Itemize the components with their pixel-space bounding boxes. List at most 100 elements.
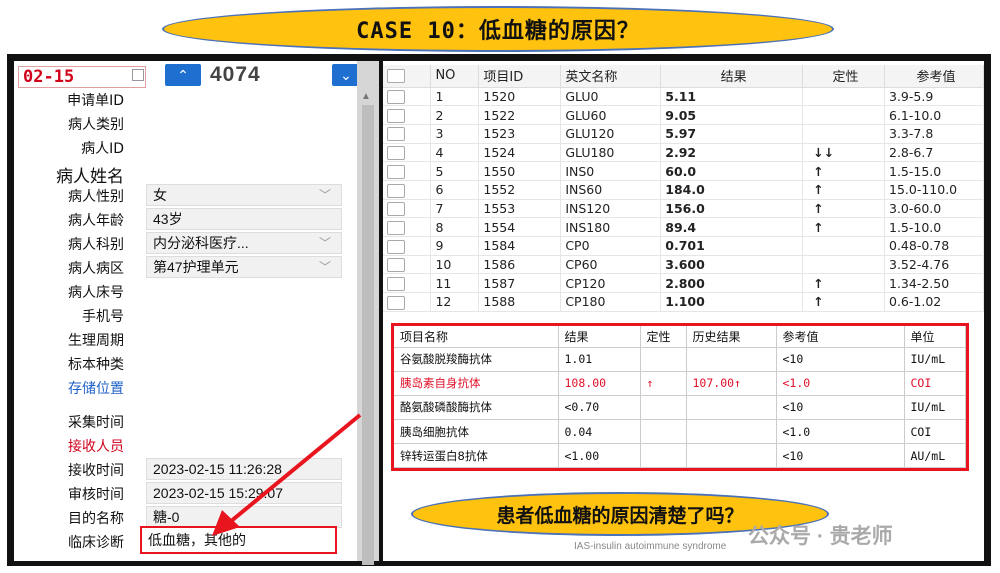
table-row[interactable]: 4 1524 GLU180 2.92 ↓↓ 2.8-6.7 [383,143,984,163]
next-record-button[interactable]: ⌄ [332,64,360,86]
row-flag [802,255,885,275]
table-row[interactable]: 11 1587 CP120 2.800 ↑ 1.34-2.50 [383,273,984,294]
row-flag: ↑ [802,161,885,181]
col-ab-qualitative: 定性 [640,326,687,348]
scroll-thumb[interactable] [362,105,374,565]
previous-record-button[interactable]: ⌃ [165,64,201,86]
table-row[interactable]: 10 1586 CP60 3.600 3.52-4.76 [383,255,984,275]
row-result: 5.97 [660,124,804,144]
row-checkbox-cell[interactable] [383,143,432,163]
select-all-header[interactable] [383,65,432,88]
ab-unit: COI [904,419,966,445]
table-row[interactable]: 2 1522 GLU60 9.05 6.1-10.0 [383,105,984,125]
row-flag: ↑ [802,217,885,237]
table-row[interactable]: 6 1552 INS60 184.0 ↑ 15.0-110.0 [383,180,984,200]
row-checkbox-cell[interactable] [383,87,432,107]
row-checkbox-cell[interactable] [383,180,432,200]
row-item-id: 1550 [478,161,562,181]
row-checkbox[interactable] [387,164,405,179]
field-value[interactable]: 2023-02-15 11:26:28 [146,458,342,480]
row-checkbox-cell[interactable] [383,105,432,125]
row-checkbox-cell[interactable] [383,217,432,237]
field-label: 临床诊断 [68,535,124,551]
antibody-results-box: 项目名称 结果 定性 历史结果 参考值 单位 谷氨酸脱羧酶抗体 1.01 <10 IU… [391,323,969,471]
table-row[interactable]: 9 1584 CP0 0.701 0.48-0.78 [383,236,984,256]
col-no[interactable]: NO [430,65,480,88]
ab-name: 锌转运蛋白8抗体 [394,443,559,469]
col-qualitative[interactable]: 定性 [802,65,885,88]
row-checkbox[interactable] [387,183,405,198]
ab-reference: <10 [776,443,905,469]
field-value[interactable]: 内分泌科医疗... ﹀ [146,232,342,254]
row-english-name: INS60 [560,180,662,200]
ab-history [686,419,777,445]
col-reference[interactable]: 参考值 [884,65,984,88]
table-row[interactable]: 8 1554 INS180 89.4 ↑ 1.5-10.0 [383,217,984,237]
calendar-icon[interactable] [132,69,144,81]
row-no: 7 [430,199,480,219]
row-no: 2 [430,105,480,125]
clinical-diagnosis-field[interactable]: 低血糖，其他的 [140,526,337,554]
row-checkbox-cell[interactable] [383,236,432,256]
chevron-down-icon[interactable]: ﹀ [319,185,331,205]
row-flag: ↓↓ [802,143,885,163]
field-value[interactable]: 第47护理单元 ﹀ [146,256,342,278]
row-item-id: 1524 [478,143,562,163]
table-row[interactable]: 3 1523 GLU120 5.97 3.3-7.8 [383,124,984,144]
row-reference: 6.1-10.0 [884,105,984,125]
row-no: 3 [430,124,480,144]
row-checkbox[interactable] [387,258,405,273]
col-item-id[interactable]: 项目ID [478,65,562,88]
field-value[interactable]: 43岁 [146,208,342,230]
row-reference: 0.48-0.78 [884,236,984,256]
row-reference: 1.34-2.50 [884,273,984,294]
field-value-text: 第47护理单元 [153,259,239,275]
row-flag: ↑ [802,292,885,312]
table-row[interactable]: 5 1550 INS0 60.0 ↑ 1.5-15.0 [383,161,984,181]
ab-reference: <1.0 [776,371,905,396]
row-checkbox[interactable] [387,295,405,310]
table-row[interactable]: 7 1553 INS120 156.0 ↑ 3.0-60.0 [383,199,984,219]
left-scrollbar[interactable]: ▲ [357,61,379,565]
row-checkbox-cell[interactable] [383,292,432,312]
field-value[interactable]: 女 ﹀ [146,184,342,206]
ab-result: <1.00 [558,443,641,469]
field-value[interactable]: 2023-02-15 15:29:07 [146,482,342,504]
field-value[interactable]: 糖-0 [146,506,342,528]
chevron-down-icon[interactable]: ﹀ [319,257,331,277]
field-label: 病人ID [81,141,124,157]
row-checkbox-cell[interactable] [383,255,432,275]
row-checkbox-cell[interactable] [383,124,432,144]
col-result[interactable]: 结果 [660,65,804,88]
col-english-name[interactable]: 英文名称 [560,65,662,88]
date-field[interactable]: 02-15 [18,66,146,88]
row-checkbox[interactable] [387,146,405,161]
row-checkbox-cell[interactable] [383,161,432,181]
scroll-up-icon[interactable]: ▲ [361,91,371,102]
row-item-id: 1588 [478,292,562,312]
row-checkbox[interactable] [387,239,405,254]
ab-reference: <10 [776,347,905,372]
select-all-checkbox[interactable] [387,68,405,83]
row-result: 60.0 [660,161,804,181]
row-checkbox[interactable] [387,108,405,123]
row-checkbox[interactable] [387,276,405,291]
table-row[interactable]: 12 1588 CP180 1.100 ↑ 0.6-1.02 [383,292,984,312]
table-row: 胰岛素自身抗体 108.00 ↑ 107.00↑ <1.0 COI [394,371,966,396]
field-label: 病人年龄 [68,213,124,229]
row-english-name: INS120 [560,199,662,219]
field-value-text: 内分泌科医疗... [153,235,249,251]
table-row[interactable]: 1 1520 GLU0 5.11 3.9-5.9 [383,87,984,107]
row-flag [802,105,885,125]
question-text: 患者低血糖的原因清楚了吗？ [496,505,744,527]
row-checkbox[interactable] [387,127,405,142]
row-checkbox[interactable] [387,220,405,235]
row-item-id: 1520 [478,87,562,107]
row-checkbox[interactable] [387,202,405,217]
row-checkbox[interactable] [387,90,405,105]
chevron-down-icon[interactable]: ﹀ [319,233,331,253]
field-value-text: 2023-02-15 11:26:28 [153,461,282,477]
row-checkbox-cell[interactable] [383,199,432,219]
row-checkbox-cell[interactable] [383,273,432,294]
col-history: 历史结果 [686,326,777,348]
